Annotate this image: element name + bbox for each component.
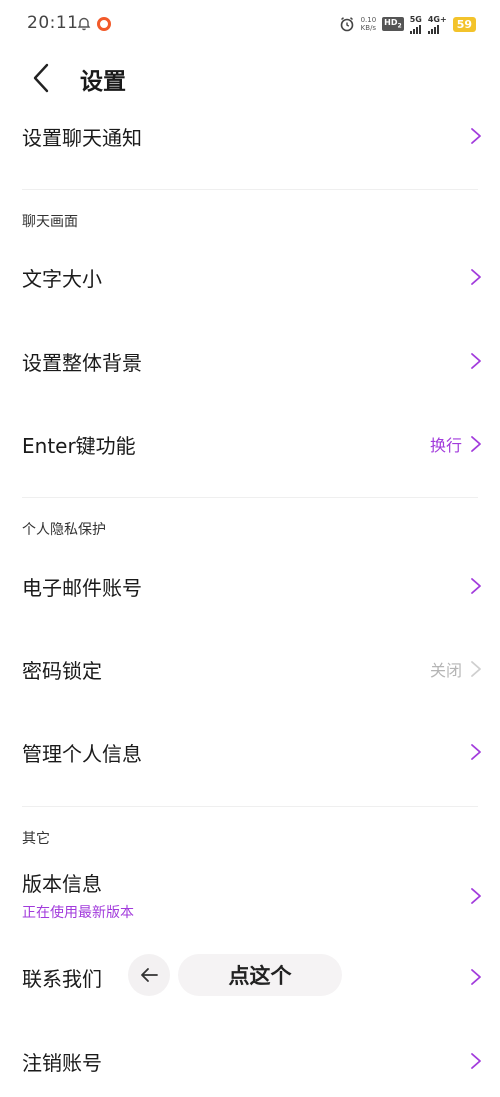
signal-5g-label: 5G bbox=[409, 14, 422, 24]
chevron-right-icon bbox=[471, 269, 481, 285]
chevron-right-icon bbox=[471, 436, 481, 452]
network-speed: 0.10 KB/s bbox=[361, 16, 377, 32]
net-speed-unit: KB/s bbox=[360, 24, 377, 32]
row-value: 关闭 bbox=[429, 661, 462, 680]
status-time: 20:11 bbox=[27, 13, 79, 33]
divider bbox=[22, 806, 478, 807]
row-enter-key[interactable]: Enter键功能 换行 bbox=[0, 409, 500, 479]
row-label: 联系我们 bbox=[22, 966, 102, 991]
row-email[interactable]: 电子邮件账号 bbox=[0, 551, 500, 621]
section-header-chat-screen: 聊天画面 bbox=[22, 214, 78, 230]
row-label: 文字大小 bbox=[22, 266, 102, 291]
chevron-right-icon bbox=[471, 888, 481, 904]
battery-icon: 59 bbox=[452, 16, 476, 32]
back-button[interactable] bbox=[26, 62, 56, 94]
page-title: 设置 bbox=[80, 69, 126, 95]
row-personal-info[interactable]: 管理个人信息 bbox=[0, 717, 500, 787]
row-label: 管理个人信息 bbox=[22, 741, 142, 766]
signal-5g: 5G bbox=[409, 14, 422, 34]
status-indicators: 0.10 KB/s HD2 5G 4G+ 59 bbox=[339, 14, 476, 34]
row-label: 电子邮件账号 bbox=[22, 575, 142, 600]
signal-4g-label: 4G+ bbox=[427, 14, 447, 24]
row-deactivate-account[interactable]: 注销账号 bbox=[0, 1026, 500, 1096]
chevron-right-icon bbox=[471, 128, 481, 144]
back-arrow-icon bbox=[33, 63, 49, 93]
row-version-info[interactable]: 版本信息 正在使用最新版本 bbox=[0, 858, 500, 934]
title-bar: 设置 bbox=[0, 50, 500, 106]
chevron-right-icon bbox=[471, 661, 481, 677]
row-value: 换行 bbox=[429, 436, 462, 455]
arrow-left-icon bbox=[141, 968, 158, 982]
row-password-lock[interactable]: 密码锁定 关闭 bbox=[0, 634, 500, 704]
row-label: 密码锁定 bbox=[22, 658, 102, 683]
floating-back-button[interactable] bbox=[128, 954, 170, 996]
chevron-right-icon bbox=[471, 744, 481, 760]
divider bbox=[22, 189, 478, 190]
version-status: 正在使用最新版本 bbox=[22, 905, 134, 921]
tap-here-pill[interactable]: 点这个 bbox=[178, 954, 342, 996]
section-header-privacy: 个人隐私保护 bbox=[22, 522, 106, 538]
chevron-right-icon bbox=[471, 353, 481, 369]
alarm-clock-icon bbox=[340, 17, 353, 32]
signal-bars-icon bbox=[427, 24, 439, 34]
row-chat-notification[interactable]: 设置聊天通知 bbox=[0, 101, 500, 171]
divider bbox=[22, 497, 478, 498]
status-bar: 20:11 0.10 KB/s HD2 5G 4G+ 59 bbox=[0, 0, 500, 48]
app-ring-icon bbox=[97, 17, 111, 31]
hd-sub: 2 bbox=[397, 22, 402, 30]
row-label: 设置整体背景 bbox=[22, 350, 142, 375]
hd-label: HD bbox=[384, 18, 398, 28]
chevron-right-icon bbox=[471, 969, 481, 985]
row-label: 注销账号 bbox=[22, 1050, 102, 1075]
signal-bars-icon bbox=[409, 24, 421, 34]
chevron-right-icon bbox=[471, 578, 481, 594]
row-font-size[interactable]: 文字大小 bbox=[0, 242, 500, 312]
net-speed-value: 0.10 bbox=[360, 16, 377, 24]
chevron-right-icon bbox=[471, 1053, 481, 1069]
row-background[interactable]: 设置整体背景 bbox=[0, 326, 500, 396]
signal-4g: 4G+ bbox=[427, 14, 447, 34]
notification-bell-icon bbox=[77, 17, 91, 31]
row-label: 版本信息 bbox=[22, 872, 102, 896]
row-label: Enter键功能 bbox=[22, 433, 136, 458]
hd-voice-badge: HD2 bbox=[382, 17, 404, 31]
row-label: 设置聊天通知 bbox=[22, 125, 142, 150]
section-header-other: 其它 bbox=[22, 831, 50, 847]
